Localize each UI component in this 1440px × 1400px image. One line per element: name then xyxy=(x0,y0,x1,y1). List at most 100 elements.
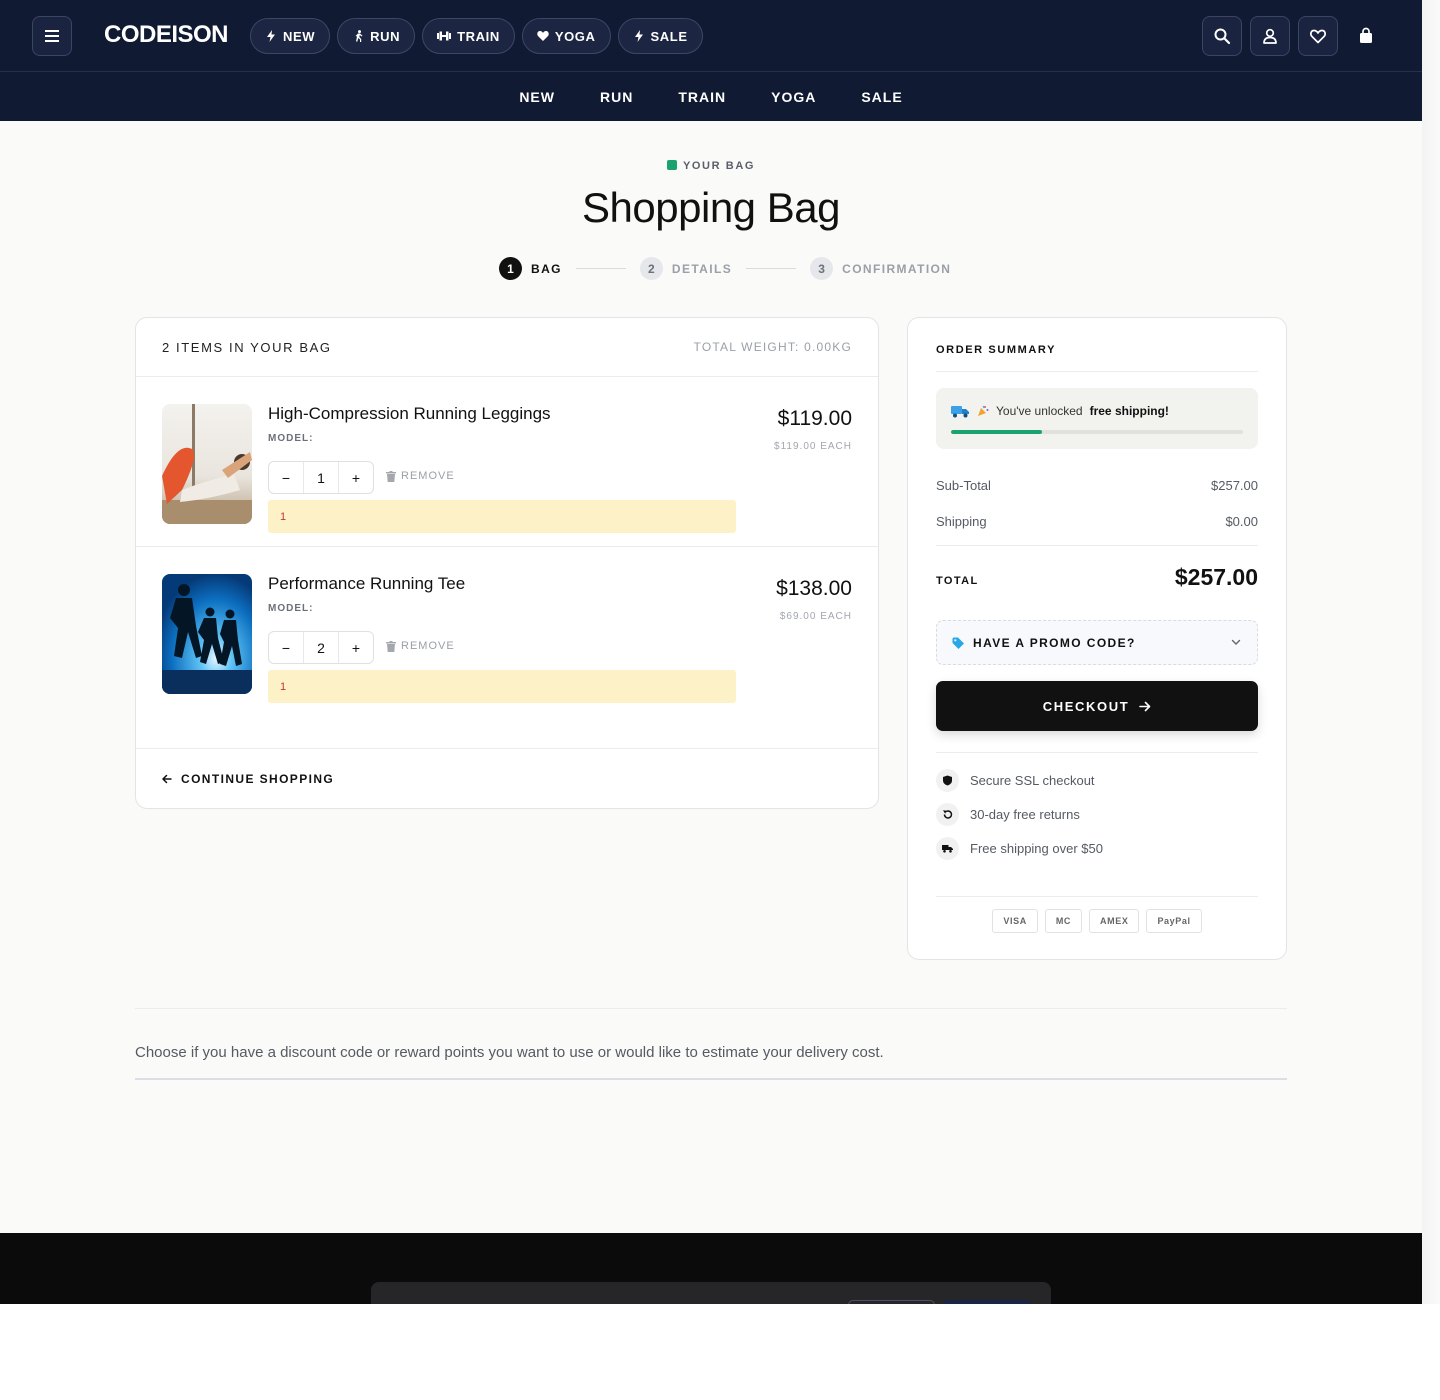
pill-label: YOGA xyxy=(554,28,596,44)
section-divider xyxy=(135,1008,1287,1009)
product-image-tee[interactable] xyxy=(162,574,252,694)
cookie-banner xyxy=(371,1282,1051,1304)
quantity-value[interactable]: 2 xyxy=(303,632,339,663)
step-number: 1 xyxy=(499,257,522,280)
shipping-message: You've unlocked free shipping! xyxy=(951,404,1169,418)
heart-icon xyxy=(537,31,549,41)
item-note: 1 xyxy=(268,500,736,533)
step-number: 3 xyxy=(810,257,834,280)
perk-free-shipping: Free shipping over $50 xyxy=(936,837,1103,860)
search-icon xyxy=(1214,28,1231,45)
divider xyxy=(936,545,1258,546)
increase-button[interactable]: + xyxy=(339,632,373,663)
cart-item: High-Compression Running Leggings MODEL:… xyxy=(136,377,878,547)
dumbbell-icon xyxy=(437,31,452,41)
payment-amex: AMEX xyxy=(1089,909,1140,933)
page-eyebrow: YOUR BAG xyxy=(0,160,1422,172)
divider xyxy=(936,752,1258,753)
pill-sale[interactable]: SALE xyxy=(617,18,703,54)
order-summary: ORDER SUMMARY You've unlocked free shippi… xyxy=(907,317,1287,960)
nav-item-new[interactable]: NEW xyxy=(519,89,555,105)
shield-icon xyxy=(936,769,959,792)
step-label: BAG xyxy=(531,261,562,276)
payment-methods: VISA MC AMEX PayPal xyxy=(908,909,1286,933)
promo-code-toggle[interactable]: HAVE A PROMO CODE? xyxy=(936,620,1258,665)
arrow-right-icon xyxy=(1139,701,1151,711)
account-button[interactable] xyxy=(1250,16,1290,56)
divider xyxy=(936,896,1258,897)
product-name[interactable]: High-Compression Running Leggings xyxy=(268,404,551,424)
heart-outline-icon xyxy=(1310,29,1326,44)
remove-button[interactable]: REMOVE xyxy=(386,640,455,652)
step-label: DETAILS xyxy=(671,261,733,276)
remove-button[interactable]: REMOVE xyxy=(386,470,455,482)
checkout-button[interactable]: CHECKOUT xyxy=(936,681,1258,731)
product-name[interactable]: Performance Running Tee xyxy=(268,574,465,594)
banner-secondary-button[interactable] xyxy=(848,1300,935,1304)
continue-shopping-link[interactable]: CONTINUE SHOPPING xyxy=(136,748,878,808)
pill-yoga[interactable]: YOGA xyxy=(521,18,611,54)
leggings-photo xyxy=(162,404,252,524)
shipping-progress-fill xyxy=(951,430,1042,434)
bag-icon xyxy=(666,160,677,170)
pill-train[interactable]: TRAIN xyxy=(422,18,515,54)
menu-button[interactable] xyxy=(32,16,72,56)
nav-item-train[interactable]: TRAIN xyxy=(678,89,726,105)
subtotal-label: Sub-Total xyxy=(936,478,991,493)
discount-info-text: Choose if you have a discount code or re… xyxy=(135,1044,884,1061)
quantity-stepper: − 1 + xyxy=(268,461,374,494)
item-count: 2 ITEMS IN YOUR BAG xyxy=(162,339,332,355)
product-model: MODEL: xyxy=(268,433,314,444)
runners-photo xyxy=(162,574,252,694)
nav-item-sale[interactable]: SALE xyxy=(861,89,902,105)
page-title: Shopping Bag xyxy=(582,184,840,231)
subtotal-row: Sub-Total $257.00 xyxy=(936,478,1258,493)
banner-primary-button[interactable] xyxy=(943,1300,1031,1304)
product-image-leggings[interactable] xyxy=(162,404,252,524)
nav-item-run[interactable]: RUN xyxy=(600,89,633,105)
item-price: $138.00 xyxy=(776,577,852,600)
footer xyxy=(0,1233,1422,1304)
payment-visa: VISA xyxy=(992,909,1038,933)
subtotal-value: $257.00 xyxy=(1211,478,1258,493)
free-shipping-banner: You've unlocked free shipping! xyxy=(936,388,1258,449)
logo[interactable]: CODEISON xyxy=(104,21,229,49)
perk-label: Free shipping over $50 xyxy=(970,841,1103,856)
bag-button[interactable] xyxy=(1346,16,1386,56)
payment-mastercard: MC xyxy=(1044,909,1083,933)
shipping-progress-track xyxy=(951,430,1243,434)
main-nav: NEW RUN TRAIN YOGA SALE xyxy=(0,72,1422,121)
increase-button[interactable]: + xyxy=(339,462,373,493)
scrollbar-track[interactable] xyxy=(1422,0,1440,1304)
truck-icon xyxy=(936,837,959,860)
item-unit-price: $119.00 EACH xyxy=(774,441,852,452)
wishlist-button[interactable] xyxy=(1298,16,1338,56)
item-unit-price: $69.00 EACH xyxy=(779,611,852,622)
total-weight: TOTAL WEIGHT: 0.00KG xyxy=(693,340,852,354)
pill-new[interactable]: NEW xyxy=(250,18,331,54)
pill-run[interactable]: RUN xyxy=(337,18,416,54)
item-note: 1 xyxy=(268,670,736,703)
search-button[interactable] xyxy=(1202,16,1242,56)
checkout-steps: 1 BAG 2 DETAILS 3 CONFIRMATION xyxy=(499,257,951,280)
trash-icon xyxy=(386,640,396,652)
quantity-stepper: − 2 + xyxy=(268,631,374,664)
promo-label: HAVE A PROMO CODE? xyxy=(973,635,1136,650)
perk-label: 30-day free returns xyxy=(970,807,1080,822)
delivery-truck-icon xyxy=(951,405,969,417)
total-value: $257.00 xyxy=(1174,564,1258,590)
checkout-label: CHECKOUT xyxy=(1042,698,1130,714)
decrease-button[interactable]: − xyxy=(269,462,303,493)
shipping-message-bold: free shipping! xyxy=(1089,404,1169,418)
nav-item-yoga[interactable]: YOGA xyxy=(771,89,816,105)
cart-header: 2 ITEMS IN YOUR BAG TOTAL WEIGHT: 0.00KG xyxy=(136,318,878,377)
step-bag: 1 BAG xyxy=(499,257,562,280)
step-label: CONFIRMATION xyxy=(842,261,952,276)
pill-label: TRAIN xyxy=(457,28,500,44)
quantity-value[interactable]: 1 xyxy=(303,462,339,493)
info-underline xyxy=(135,1078,1287,1080)
decrease-button[interactable]: − xyxy=(269,632,303,663)
shipping-row: Shipping $0.00 xyxy=(936,514,1258,529)
total-label: TOTAL xyxy=(936,575,979,587)
return-arrow-icon xyxy=(936,803,959,826)
